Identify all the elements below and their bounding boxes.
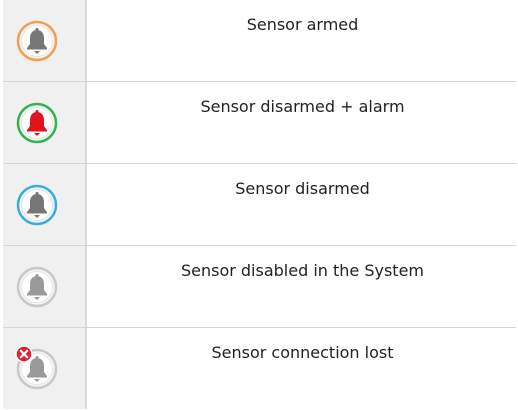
icon-cell bbox=[3, 0, 87, 81]
status-label: Sensor disarmed bbox=[235, 179, 370, 198]
icon-cell bbox=[3, 246, 87, 327]
status-label: Sensor armed bbox=[246, 15, 359, 34]
status-label: Sensor connection lost bbox=[211, 343, 394, 362]
bell-alarm-icon bbox=[16, 102, 58, 144]
icon-cell bbox=[3, 164, 87, 245]
status-row-armed: Sensor armed bbox=[3, 0, 516, 82]
sensor-status-table: Sensor armed Sensor disarmed + alarm Sen… bbox=[3, 0, 516, 410]
icon-cell bbox=[3, 328, 87, 409]
error-badge-icon bbox=[15, 345, 33, 363]
bell-disabled-icon bbox=[16, 266, 58, 308]
status-row-disabled: Sensor disabled in the System bbox=[3, 246, 516, 328]
bell-connection-lost-icon bbox=[15, 345, 58, 390]
bell-disarmed-icon bbox=[16, 184, 58, 226]
status-row-connection-lost: Sensor connection lost bbox=[3, 328, 516, 409]
icon-cell bbox=[3, 82, 87, 163]
bell-armed-icon bbox=[16, 20, 58, 62]
status-label: Sensor disarmed + alarm bbox=[200, 97, 405, 116]
status-row-disarmed: Sensor disarmed bbox=[3, 164, 516, 246]
status-row-alarm: Sensor disarmed + alarm bbox=[3, 82, 516, 164]
status-label: Sensor disabled in the System bbox=[180, 261, 425, 280]
